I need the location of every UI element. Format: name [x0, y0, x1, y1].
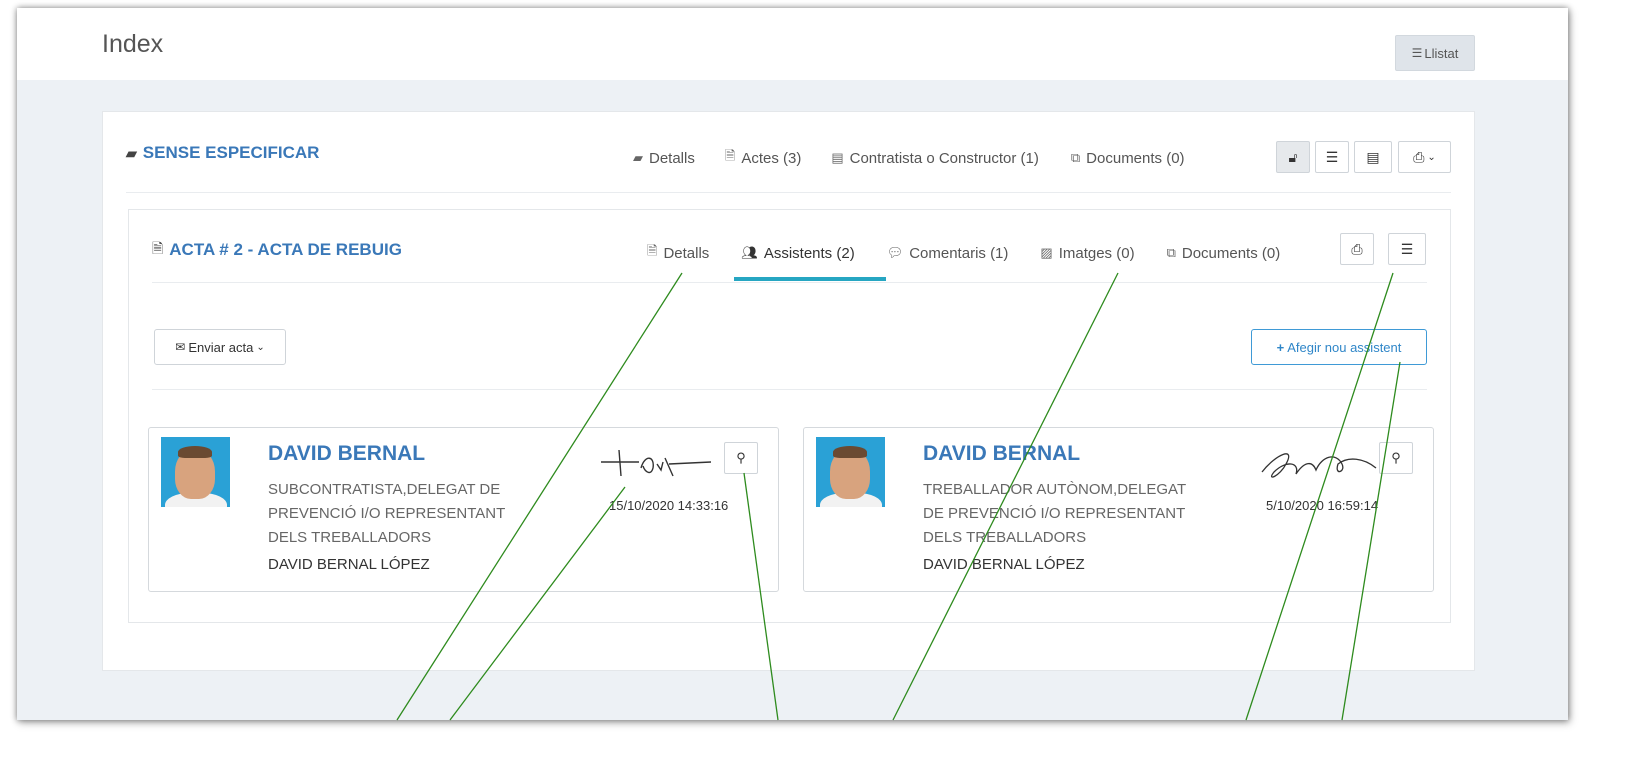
attendee-role: SUBCONTRATISTA,DELEGAT DE PREVENCIÓ I/O …	[268, 481, 505, 546]
plus-icon: +	[1276, 339, 1285, 355]
tab-label: Comentaris (1)	[909, 244, 1009, 262]
image-icon: ▨	[1040, 245, 1053, 260]
tab-acta-comments[interactable]: 💬︎ Comentaris (1)	[887, 245, 1009, 262]
avatar	[816, 437, 885, 507]
tab-label: Documents (0)	[1181, 244, 1281, 262]
tab-project-actes[interactable]: 🗎 Actes (3)	[725, 147, 801, 169]
project-title: ▰ SENSE ESPECIFICAR	[126, 143, 319, 163]
print-icon: ⎙	[1413, 148, 1425, 165]
avatar	[161, 437, 230, 507]
divider	[152, 389, 1427, 390]
signature-datetime: 15/10/2020 14:33:16	[609, 498, 729, 513]
list-button[interactable]: ☰ Llistat	[1395, 35, 1475, 71]
signature-datetime: 5/10/2020 16:59:14	[1266, 498, 1379, 513]
acta-tabs: 🗎 Detalls 👥︎ Assistents (2) 💬︎ Comentari…	[647, 242, 1312, 264]
tab-label: Detalls	[663, 244, 710, 262]
tab-label: Assistents (2)	[763, 244, 855, 262]
unlock-icon: 🔓︎	[1288, 148, 1298, 165]
divider	[126, 192, 1451, 193]
send-acta-button[interactable]: ✉ Enviar acta ⌄	[154, 329, 286, 365]
list-button-label: Llistat	[1424, 45, 1459, 61]
attendee-role: TREBALLADOR AUTÒNOM,DELEGAT DE PREVENCIÓ…	[923, 481, 1186, 546]
add-attendee-button[interactable]: + Afegir nou assistent	[1251, 329, 1427, 365]
print-dropdown-button[interactable]: ⎙ ⌄	[1398, 141, 1451, 173]
tab-acta-documents[interactable]: ⧉ Documents (0)	[1167, 245, 1281, 262]
list-icon: ☰	[1411, 46, 1423, 60]
tab-project-contractor[interactable]: ▤ Contratista o Constructor (1)	[831, 150, 1039, 167]
attendee-card: DAVID BERNAL SUBCONTRATISTA,DELEGAT DE P…	[148, 427, 779, 592]
list-icon: ☰	[1325, 148, 1339, 165]
tab-label: Actes (3)	[741, 149, 802, 167]
book-icon: ▰	[633, 150, 643, 165]
copy-icon: ⧉	[1166, 245, 1176, 260]
project-title-text: SENSE ESPECIFICAR	[142, 143, 320, 162]
location-button[interactable]: ⚲	[724, 442, 758, 474]
list-icon: ☰	[1400, 240, 1414, 257]
tab-acta-attendees[interactable]: 👥︎ Assistents (2)	[741, 245, 854, 262]
tab-acta-images[interactable]: ▨ Imatges (0)	[1040, 245, 1134, 262]
contractor-card-button[interactable]: ▤	[1354, 141, 1392, 173]
copy-icon: ⧉	[1070, 150, 1081, 165]
file-icon: 🗎	[152, 240, 164, 256]
unlock-button[interactable]: 🔓︎	[1276, 141, 1310, 173]
tab-label: Documents (0)	[1086, 149, 1185, 167]
tab-acta-details[interactable]: 🗎 Detalls	[647, 242, 709, 264]
project-tabs: ▰ Detalls 🗎 Actes (3) ▤ Contratista o Co…	[633, 147, 1215, 169]
map-pin-icon: ⚲	[736, 450, 746, 465]
id-card-icon: ▤	[1366, 148, 1380, 165]
file-icon: 🗎	[647, 243, 658, 258]
attendee-full-name: DAVID BERNAL LÓPEZ	[268, 556, 430, 573]
acta-panel: 🗎 ACTA # 2 - ACTA DE REBUIG 🗎 Detalls 👥︎…	[128, 209, 1451, 623]
acta-title-text: ACTA # 2 - ACTA DE REBUIG	[169, 240, 402, 259]
tab-label: Contratista o Constructor (1)	[849, 149, 1039, 167]
chevron-down-icon: ⌄	[256, 341, 265, 353]
signature	[601, 449, 712, 477]
users-icon: 👥︎	[741, 245, 758, 260]
location-button[interactable]: ⚲	[1379, 442, 1413, 474]
attendee-full-name: DAVID BERNAL LÓPEZ	[923, 556, 1085, 573]
acta-list-button[interactable]: ☰	[1388, 233, 1426, 265]
file-icon: 🗎	[724, 148, 736, 163]
tab-project-documents[interactable]: ⧉ Documents (0)	[1071, 150, 1185, 167]
signature	[1261, 453, 1377, 478]
id-card-icon: ▤	[831, 150, 844, 165]
page-title: Index	[102, 30, 164, 58]
print-acta-button[interactable]: ⎙	[1340, 233, 1374, 265]
envelope-icon: ✉	[175, 340, 186, 354]
tab-label: Imatges (0)	[1058, 244, 1135, 262]
divider	[152, 282, 1427, 283]
active-tab-indicator	[734, 277, 886, 281]
list-view-button[interactable]: ☰	[1315, 141, 1349, 173]
acta-title: 🗎 ACTA # 2 - ACTA DE REBUIG	[152, 238, 402, 262]
book-icon: ▰	[126, 144, 137, 161]
attendee-name: DAVID BERNAL	[268, 442, 426, 465]
send-acta-label: Enviar acta	[188, 339, 254, 355]
comment-icon: 💬︎	[886, 245, 904, 260]
attendee-card: DAVID BERNAL TREBALLADOR AUTÒNOM,DELEGAT…	[803, 427, 1434, 592]
tab-project-details[interactable]: ▰ Detalls	[633, 150, 695, 167]
attendee-name: DAVID BERNAL	[923, 442, 1081, 465]
chevron-down-icon: ⌄	[1427, 151, 1436, 163]
add-attendee-label: Afegir nou assistent	[1287, 339, 1402, 355]
print-icon: ⎙	[1351, 240, 1363, 257]
tab-label: Detalls	[649, 149, 695, 167]
map-pin-icon: ⚲	[1391, 450, 1401, 465]
top-bar: Index ☰ Llistat	[17, 8, 1568, 80]
project-card: ▰ SENSE ESPECIFICAR ▰ Detalls 🗎 Actes (3…	[102, 111, 1475, 671]
app-window: Index ☰ Llistat ▰ SENSE ESPECIFICAR ▰ De…	[17, 8, 1568, 720]
